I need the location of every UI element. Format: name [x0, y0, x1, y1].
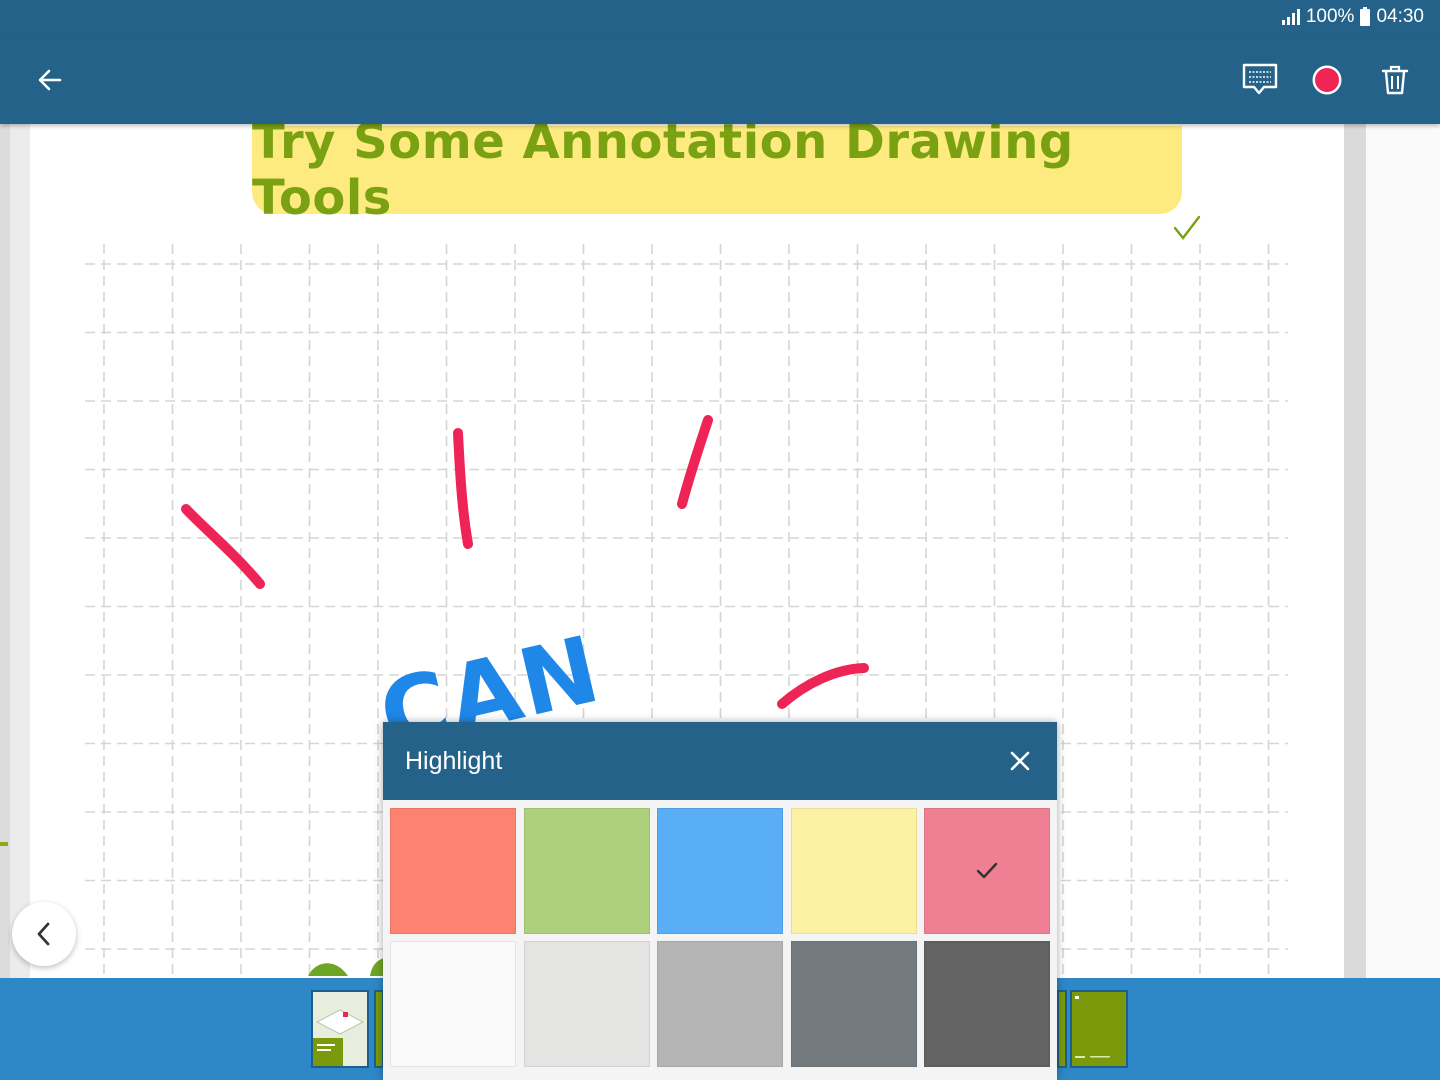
- ink-stroke: [777, 663, 869, 709]
- status-bar: 100% 04:30: [0, 0, 1440, 36]
- battery-percent: 100%: [1305, 6, 1355, 27]
- battery-icon: [1360, 6, 1371, 26]
- page-marker: [0, 842, 8, 846]
- color-swatch[interactable]: [390, 941, 516, 1067]
- color-swatch[interactable]: [924, 808, 1050, 934]
- color-swatch[interactable]: [523, 941, 650, 1067]
- page-thumbnail-4[interactable]: [1070, 990, 1128, 1068]
- check-icon: [976, 862, 998, 879]
- delete-button[interactable]: [1371, 56, 1419, 104]
- ink-stroke: [677, 415, 713, 509]
- previous-page-edge: [0, 124, 10, 980]
- pen-color-button[interactable]: [1303, 56, 1351, 104]
- chevron-left-icon: [37, 922, 50, 946]
- trash-icon: [1381, 65, 1409, 95]
- status-indicators: 100% 04:30: [1281, 6, 1424, 28]
- highlight-panel-header: Highlight: [383, 722, 1057, 800]
- app-bar: [0, 36, 1440, 124]
- page-thumbnail-1[interactable]: [311, 990, 369, 1068]
- close-button[interactable]: [1001, 742, 1039, 780]
- color-swatch[interactable]: [523, 808, 650, 934]
- previous-page-button[interactable]: [12, 902, 76, 966]
- ink-stroke: [453, 428, 473, 549]
- comment-button[interactable]: [1236, 56, 1284, 104]
- next-page-edge: [1366, 124, 1440, 980]
- clock: 04:30: [1376, 6, 1424, 27]
- color-swatch[interactable]: [657, 941, 783, 1067]
- thumbnail-preview-icon: [1072, 992, 1126, 1066]
- ink-stroke: [181, 504, 265, 589]
- back-button[interactable]: [28, 58, 72, 102]
- color-swatch[interactable]: [924, 941, 1050, 1067]
- highlight-panel-title: Highlight: [405, 746, 503, 775]
- close-icon: [1010, 751, 1030, 771]
- comment-icon: [1242, 63, 1278, 95]
- page-thumbnail-3[interactable]: [1057, 990, 1067, 1068]
- color-swatch[interactable]: [790, 941, 917, 1067]
- color-swatch[interactable]: [790, 808, 917, 934]
- thumbnail-preview-icon: [313, 992, 367, 1066]
- color-swatch[interactable]: [390, 808, 516, 934]
- color-swatch[interactable]: [657, 808, 783, 934]
- signal-icon: [1281, 9, 1300, 25]
- page-edge: [1344, 124, 1366, 980]
- back-arrow-icon: [38, 69, 62, 91]
- leaf-decoration: [308, 958, 384, 976]
- highlight-panel: Highlight: [383, 722, 1057, 1080]
- pen-color-icon: [1312, 65, 1342, 95]
